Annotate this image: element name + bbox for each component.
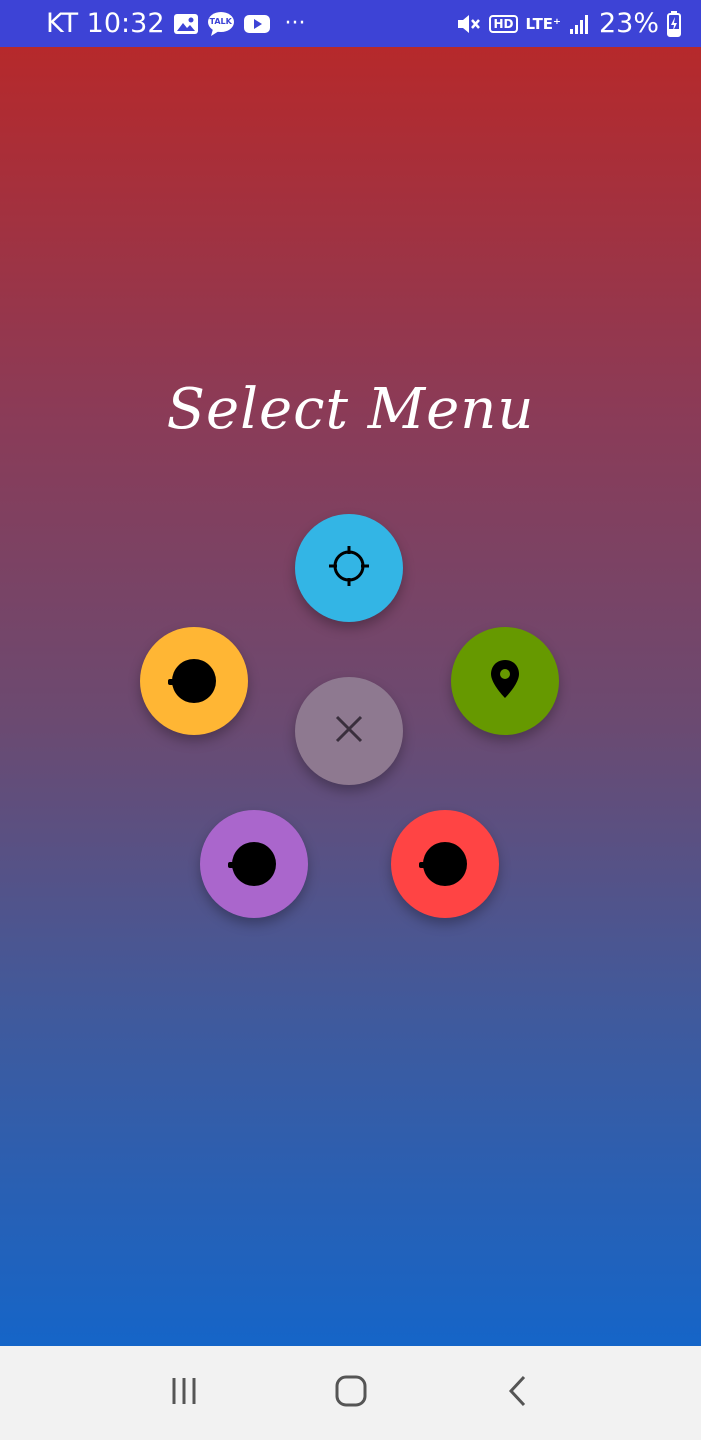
back-icon [506,1374,530,1412]
home-button[interactable] [321,1363,381,1423]
dot-icon [228,842,276,886]
page-title: Select Menu [166,377,535,442]
navigation-bar [0,1346,701,1440]
crosshair-icon [327,544,371,592]
red-menu-button[interactable] [391,810,499,918]
recent-apps-button[interactable] [154,1363,214,1423]
hd-badge: HD [489,14,518,33]
status-bar-right: HD LTE⁺ 23% [455,8,681,39]
talk-badge: TALK [209,16,232,26]
gallery-icon [173,13,199,35]
purple-menu-button[interactable] [200,810,308,918]
status-bar: KT 10:32 TALK ··· HD LTE⁺ 23% [0,0,701,47]
battery-charging-icon [667,10,681,37]
location-pin-icon [488,659,522,703]
kakaotalk-icon: TALK [207,11,235,37]
home-icon [334,1374,368,1412]
app-screen: Select Menu [0,47,701,1346]
status-bar-left: KT 10:32 TALK ··· [46,8,305,39]
close-icon [332,712,366,750]
battery-percent: 23% [598,8,659,39]
lte-indicator: LTE⁺ [525,14,561,33]
location-menu-button[interactable] [451,627,559,735]
recent-apps-icon [169,1376,199,1410]
more-notifications: ··· [284,11,306,36]
dot-icon [419,842,467,886]
signal-icon [569,13,591,35]
back-button[interactable] [488,1363,548,1423]
crosshair-menu-button[interactable] [295,514,403,622]
carrier-time: KT 10:32 [46,8,165,39]
dot-icon [168,659,216,703]
yellow-menu-button[interactable] [140,627,248,735]
mute-icon [455,12,481,36]
youtube-icon [243,13,271,35]
close-menu-button[interactable] [295,677,403,785]
